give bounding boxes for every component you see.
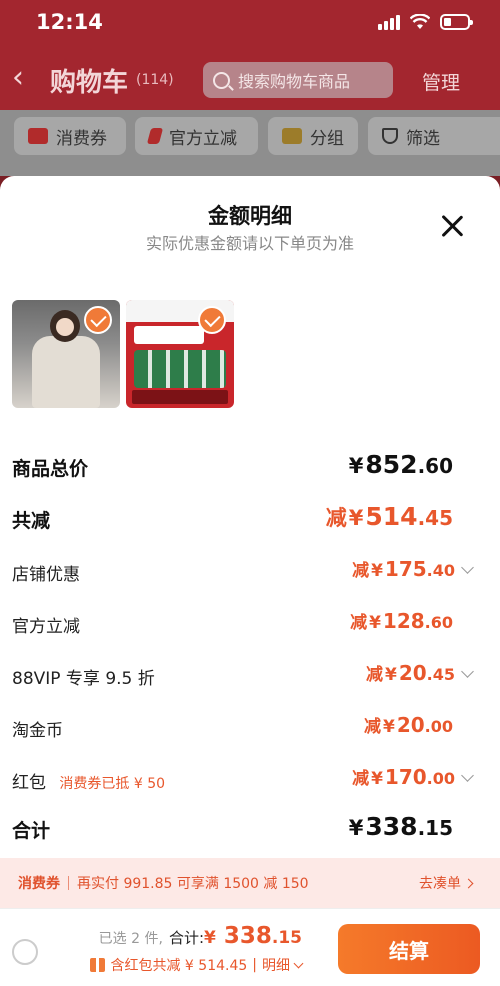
row-value: 减 ¥ 128 .60 <box>350 609 453 633</box>
chevron-right-icon <box>463 878 474 889</box>
status-time: 12:14 <box>36 10 103 34</box>
row-grand-total: 合计 ¥ 338 .15 <box>12 812 472 846</box>
row-value: 减 ¥ 170 .00 <box>352 764 474 789</box>
battery-icon <box>440 14 473 30</box>
row-value: 减 ¥ 514 .45 <box>325 502 453 531</box>
filter-group[interactable]: 分组 <box>268 117 358 155</box>
row-label: 淘金币 <box>12 721 63 741</box>
filter-label: 消费券 <box>56 128 107 149</box>
filter-label: 官方立减 <box>169 128 237 149</box>
row-value: 减 ¥ 20 .45 <box>366 660 474 685</box>
wifi-icon <box>410 14 430 29</box>
amount-detail-sheet: 金额明细 实际优惠金额请以下单页为准 商品总价 ¥ 852 .60 共减 减 ¥… <box>0 176 500 986</box>
chevron-up-icon <box>293 958 304 968</box>
cart-header: ‹ 购物车 (114) 搜索购物车商品 管理 <box>0 48 500 110</box>
row-label: 合计 <box>12 820 51 842</box>
total-label: 合计: <box>168 929 204 947</box>
funnel-icon <box>382 128 398 144</box>
row-value: 减 ¥ 175 .40 <box>352 556 474 581</box>
coupon-tag: 消费券 <box>18 876 60 892</box>
status-bar: 12:14 <box>0 0 500 48</box>
total-amount: ¥ 338.15 <box>204 923 302 949</box>
row-vip-discount[interactable]: 88VIP 专享 9.5 折 减 ¥ 20 .45 <box>12 660 474 694</box>
chevron-down-icon[interactable] <box>461 665 474 678</box>
row-value: ¥ 852 .60 <box>348 450 453 479</box>
checkout-summary: 已选 2 件, 合计: ¥ 338.15 <box>99 923 302 949</box>
row-red-packet[interactable]: 红包 消费券已抵 ¥ 50 减 ¥ 170 .00 <box>12 764 474 798</box>
row-total-price: 商品总价 ¥ 852 .60 <box>12 450 472 484</box>
row-taojinbi: 淘金币 减 ¥ 20 .00 <box>12 712 472 746</box>
filter-official-discount[interactable]: 官方立减 <box>135 117 258 155</box>
signal-icon <box>378 14 400 30</box>
back-arrow-icon[interactable]: ‹ <box>12 60 24 95</box>
sheet-title: 金额明细 <box>208 204 292 228</box>
row-value: ¥ 338 .15 <box>348 812 453 841</box>
savings-text: 含红包共减 ¥ 514.45 <box>110 958 248 974</box>
red-packet-icon <box>90 958 106 972</box>
selected-count: 已选 2 件, <box>98 931 163 947</box>
row-shop-discount[interactable]: 店铺优惠 减 ¥ 175 .40 <box>12 556 474 590</box>
coupon-promo-text: 再实付 991.85 可享满 1500 减 150 <box>77 876 309 892</box>
chevron-down-icon[interactable] <box>461 769 474 782</box>
filter-label: 筛选 <box>406 128 440 149</box>
check-icon[interactable] <box>84 306 112 334</box>
manage-button[interactable]: 管理 <box>422 68 460 95</box>
row-value: 减 ¥ 20 .00 <box>363 713 453 737</box>
filter-coupon[interactable]: 消费券 <box>14 117 126 155</box>
filter-screen[interactable]: 筛选 <box>368 117 500 155</box>
row-label: 官方立减 <box>12 617 80 637</box>
checkout-bar: 已选 2 件, 合计: ¥ 338.15 含红包共减 ¥ 514.45 | 明细… <box>0 908 500 986</box>
row-label: 88VIP 专享 9.5 折 <box>12 669 155 689</box>
lightning-icon <box>146 128 164 144</box>
sheet-subtitle: 实际优惠金额请以下单页为准 <box>145 234 354 253</box>
product-thumb-jacket[interactable] <box>12 300 120 408</box>
row-label: 红包 消费券已抵 ¥ 50 <box>12 773 166 793</box>
row-label: 共减 <box>12 510 51 532</box>
row-total-discount: 共减 减 ¥ 514 .45 <box>12 502 472 536</box>
filter-label: 分组 <box>310 128 344 149</box>
chevron-down-icon[interactable] <box>461 561 474 574</box>
coupon-offset-note: 消费券已抵 ¥ 50 <box>59 776 166 792</box>
filter-bar: 消费券 官方立减 分组 筛选 <box>0 110 500 176</box>
folder-icon <box>282 128 302 144</box>
status-icons <box>378 14 473 30</box>
checkout-button[interactable]: 结算 <box>338 924 480 974</box>
detail-label: 明细 <box>262 958 290 974</box>
search-icon <box>213 71 230 89</box>
row-label: 商品总价 <box>12 458 89 480</box>
search-input[interactable]: 搜索购物车商品 <box>203 62 393 98</box>
search-placeholder: 搜索购物车商品 <box>238 72 351 91</box>
cart-count: (114) <box>136 72 174 88</box>
select-all-checkbox[interactable] <box>12 939 38 965</box>
savings-detail-link[interactable]: 含红包共减 ¥ 514.45 | 明细 <box>90 955 304 975</box>
close-icon[interactable] <box>440 214 464 238</box>
coupon-icon <box>28 128 48 144</box>
row-label: 店铺优惠 <box>12 565 80 585</box>
product-thumb-beer[interactable] <box>126 300 234 408</box>
check-icon[interactable] <box>198 306 226 334</box>
add-items-link[interactable]: 去凑单 <box>419 873 474 893</box>
coupon-promo-bar[interactable]: 消费券 再实付 991.85 可享满 1500 减 150 去凑单 <box>0 858 500 908</box>
row-official-discount: 官方立减 减 ¥ 128 .60 <box>12 608 472 642</box>
page-title: 购物车 <box>50 68 129 98</box>
